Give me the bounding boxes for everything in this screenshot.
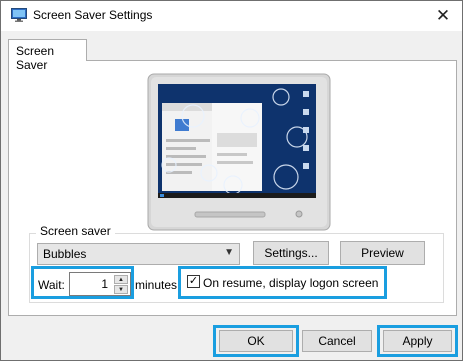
apply-button-label: Apply: [402, 334, 433, 348]
chevron-down-icon: ▼: [224, 247, 234, 258]
wait-minutes-value: 1: [101, 277, 108, 291]
monitor-preview: [147, 73, 331, 231]
resume-checkbox[interactable]: ✓: [187, 275, 200, 288]
close-button[interactable]: ✕: [430, 4, 456, 28]
screen-saver-dropdown[interactable]: Bubbles ▼: [37, 243, 240, 265]
wait-minutes-spinner[interactable]: 1 ▲ ▼: [69, 272, 131, 296]
preview-button[interactable]: Preview: [340, 241, 425, 265]
display-settings-icon: [11, 8, 27, 22]
preview-button-label: Preview: [361, 246, 404, 260]
window-title: Screen Saver Settings: [33, 8, 153, 22]
cancel-button-label: Cancel: [318, 334, 356, 348]
checkmark-icon: ✓: [188, 275, 199, 287]
spin-down-icon[interactable]: ▼: [114, 285, 128, 294]
resume-label: On resume, display logon screen: [203, 276, 379, 290]
selected-screen-saver: Bubbles: [43, 247, 87, 261]
apply-button[interactable]: Apply: [383, 330, 452, 352]
cancel-button[interactable]: Cancel: [302, 330, 372, 352]
ok-button-label: OK: [247, 334, 265, 348]
close-icon: ✕: [435, 6, 451, 25]
tab-screen-saver[interactable]: Screen Saver: [8, 39, 87, 72]
screen-saver-settings-dialog: Screen Saver Settings ✕ Screen Saver Scr…: [0, 0, 463, 361]
title-bar: Screen Saver Settings ✕: [1, 1, 462, 31]
wait-label: Wait:: [38, 278, 65, 292]
spin-up-icon[interactable]: ▲: [114, 275, 128, 284]
settings-button-label: Settings...: [264, 246, 318, 260]
minutes-label: minutes: [135, 278, 178, 292]
settings-button[interactable]: Settings...: [253, 241, 329, 265]
ok-button[interactable]: OK: [219, 330, 293, 352]
tab-panel: Screen saver Bubbles ▼ Settings... Previ…: [8, 60, 457, 316]
screen-saver-group-label: Screen saver: [36, 224, 115, 238]
